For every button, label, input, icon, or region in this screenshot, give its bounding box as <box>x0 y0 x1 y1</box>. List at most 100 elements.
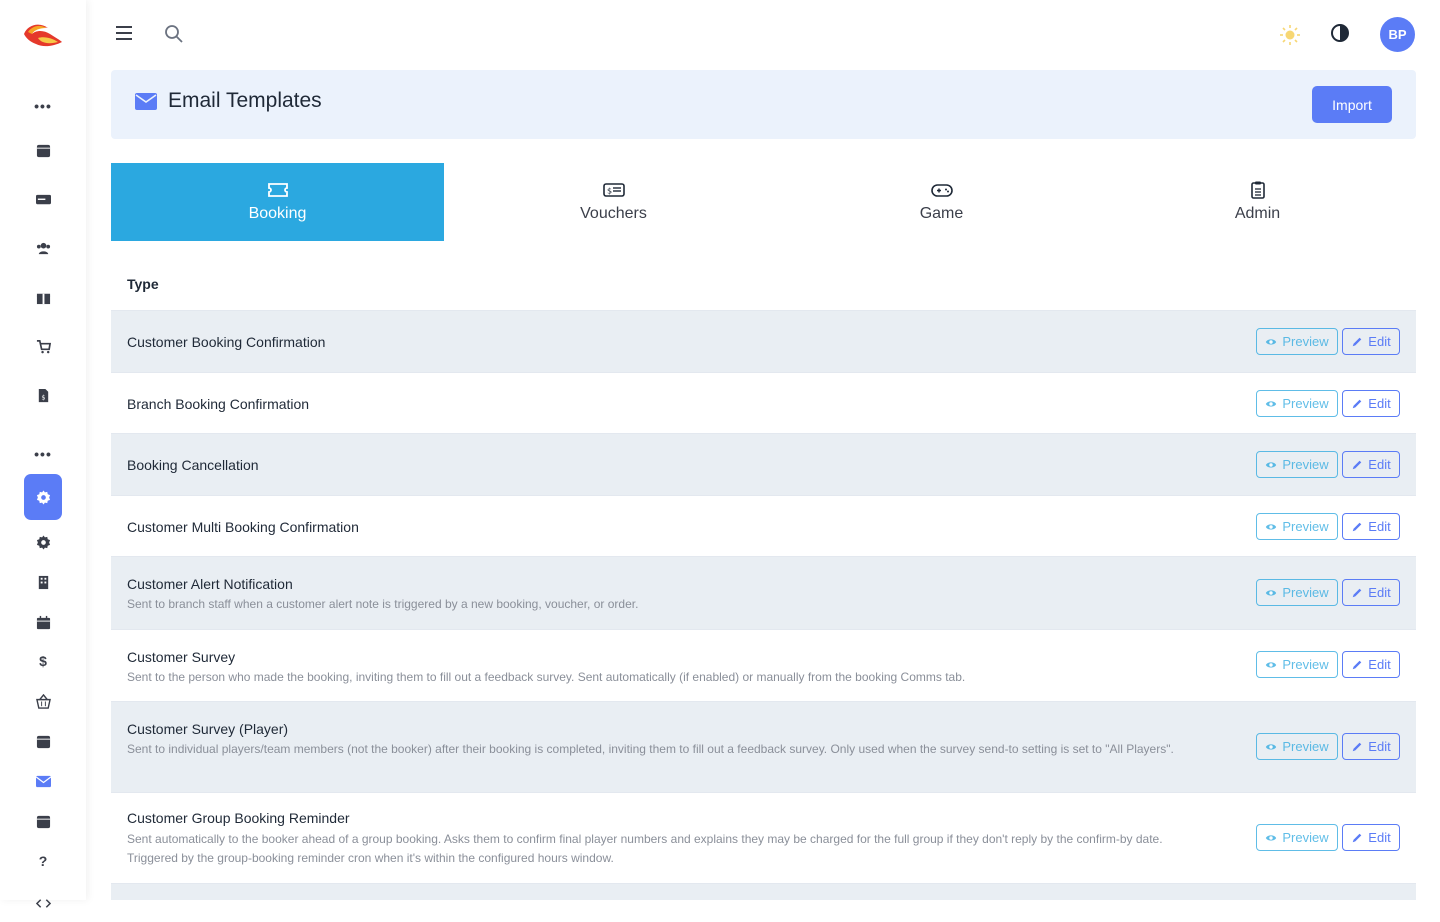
dollar-icon[interactable]: $ <box>24 642 62 680</box>
template-table: Customer Booking Confirmation Preview Ed… <box>111 310 1416 900</box>
calendar-icon[interactable] <box>24 722 62 760</box>
template-name: Customer Alert Notification <box>127 576 293 592</box>
template-tabs: Booking $ Vouchers Game Admin <box>111 163 1416 241</box>
preview-button[interactable]: Preview <box>1256 451 1338 478</box>
gamepad-icon <box>930 184 953 197</box>
tab-game[interactable]: Game <box>775 163 1108 241</box>
edit-label: Edit <box>1368 519 1391 534</box>
table-row: Customer Multi Booking Confirmation Prev… <box>111 495 1416 556</box>
preview-button[interactable]: Preview <box>1256 651 1338 678</box>
template-name: Customer Booking Confirmation <box>127 334 326 350</box>
tab-label: Booking <box>248 205 307 222</box>
calendar-icon[interactable] <box>24 131 62 169</box>
table-row <box>111 883 1416 900</box>
eye-icon <box>1266 661 1277 668</box>
template-description: Sent to individual players/team members … <box>127 742 1174 756</box>
preview-label: Preview <box>1282 396 1329 411</box>
pencil-icon <box>1353 588 1362 597</box>
clipboard-icon <box>1250 181 1265 199</box>
edit-button[interactable]: Edit <box>1342 824 1400 851</box>
template-name: Booking Cancellation <box>127 457 259 473</box>
edit-label: Edit <box>1368 457 1391 472</box>
preview-button[interactable]: Preview <box>1256 733 1338 760</box>
preview-label: Preview <box>1282 657 1329 672</box>
eye-icon <box>1266 461 1277 468</box>
avatar[interactable]: BP <box>1380 17 1415 52</box>
table-row: Customer Alert Notification Sent to bran… <box>111 556 1416 629</box>
template-name: Customer Group Booking Reminder <box>127 810 350 826</box>
card-icon[interactable] <box>24 180 62 218</box>
edit-label: Edit <box>1368 334 1391 349</box>
preview-label: Preview <box>1282 334 1329 349</box>
menu-icon[interactable] <box>116 25 134 41</box>
settings-icon[interactable] <box>24 474 62 520</box>
edit-label: Edit <box>1368 739 1391 754</box>
tab-admin[interactable]: Admin <box>1091 163 1424 241</box>
eye-icon <box>1266 743 1277 750</box>
voucher-icon: $ <box>602 183 625 197</box>
search-icon[interactable] <box>164 24 184 44</box>
tab-vouchers[interactable]: $ Vouchers <box>447 163 780 241</box>
contrast-icon[interactable] <box>1330 23 1350 43</box>
mail-icon <box>135 93 157 110</box>
template-description: Sent automatically to the booker ahead o… <box>127 832 1163 865</box>
template-name: Customer Multi Booking Confirmation <box>127 519 359 535</box>
template-name: Branch Booking Confirmation <box>127 396 310 412</box>
ticket-icon <box>267 183 288 197</box>
import-button[interactable]: Import <box>1312 86 1392 123</box>
basket-icon[interactable] <box>24 682 62 720</box>
table-row: Branch Booking Confirmation Preview Edit <box>111 372 1416 433</box>
calendar-icon[interactable] <box>24 802 62 840</box>
pencil-icon <box>1353 460 1362 469</box>
mail-icon[interactable] <box>24 762 62 800</box>
preview-button[interactable]: Preview <box>1256 579 1338 606</box>
edit-button[interactable]: Edit <box>1342 651 1400 678</box>
pencil-icon <box>1353 833 1362 842</box>
edit-label: Edit <box>1368 396 1391 411</box>
table-header-type: Type <box>127 276 159 292</box>
svg-text:$: $ <box>41 393 45 401</box>
calendar-grid-icon[interactable] <box>24 603 62 641</box>
preview-label: Preview <box>1282 739 1329 754</box>
tab-label: Vouchers <box>580 205 647 222</box>
more-icon[interactable]: ••• <box>24 98 62 114</box>
edit-button[interactable]: Edit <box>1342 451 1400 478</box>
page-header: Email Templates Import <box>111 70 1416 139</box>
edit-button[interactable]: Edit <box>1342 579 1400 606</box>
edit-button[interactable]: Edit <box>1342 328 1400 355</box>
gift-icon[interactable] <box>24 278 62 316</box>
preview-button[interactable]: Preview <box>1256 390 1338 417</box>
edit-button[interactable]: Edit <box>1342 733 1400 760</box>
eye-icon <box>1266 589 1277 596</box>
eye-icon <box>1266 523 1277 530</box>
svg-text:$: $ <box>606 187 611 196</box>
gear-icon[interactable] <box>24 523 62 561</box>
more-icon[interactable]: ••• <box>24 446 62 462</box>
edit-button[interactable]: Edit <box>1342 390 1400 417</box>
template-description: Sent to the person who made the booking,… <box>127 670 966 684</box>
users-icon[interactable] <box>24 229 62 267</box>
edit-label: Edit <box>1368 830 1391 845</box>
pencil-icon <box>1353 660 1362 669</box>
pencil-icon <box>1353 399 1362 408</box>
preview-label: Preview <box>1282 830 1329 845</box>
pencil-icon <box>1353 337 1362 346</box>
preview-label: Preview <box>1282 519 1329 534</box>
tab-label: Game <box>919 205 964 222</box>
brand-logo[interactable] <box>22 20 62 50</box>
building-icon[interactable] <box>24 563 62 601</box>
table-row: Customer Booking Confirmation Preview Ed… <box>111 310 1416 372</box>
preview-button[interactable]: Preview <box>1256 824 1338 851</box>
pencil-icon <box>1353 522 1362 531</box>
sun-icon[interactable] <box>1279 24 1301 46</box>
eye-icon <box>1266 338 1277 345</box>
cart-icon[interactable] <box>24 327 62 365</box>
template-name: Customer Survey <box>127 649 236 665</box>
code-icon[interactable] <box>24 884 62 922</box>
edit-button[interactable]: Edit <box>1342 513 1400 540</box>
preview-button[interactable]: Preview <box>1256 328 1338 355</box>
preview-button[interactable]: Preview <box>1256 513 1338 540</box>
tab-booking[interactable]: Booking <box>111 163 444 241</box>
invoice-icon[interactable]: $ <box>24 376 62 414</box>
help-icon[interactable]: ? <box>24 842 62 880</box>
